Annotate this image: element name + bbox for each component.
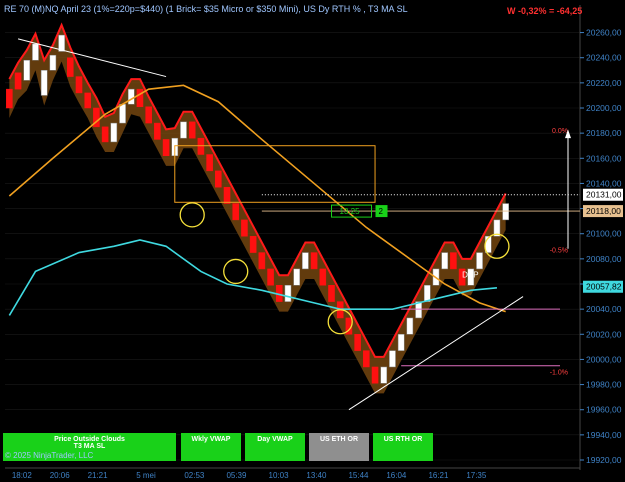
up-brick [119,103,126,124]
y-tick-label: 20040,00 [586,304,622,314]
x-tick-label: 16:21 [428,471,449,480]
up-brick [476,252,483,270]
y-tick-label: 19960,00 [586,405,622,415]
up-brick [406,317,414,335]
us-rth-or-button[interactable]: US RTH OR [373,433,433,461]
y-tick-label: 19920,00 [586,455,622,465]
down-brick [319,268,327,286]
down-brick [363,350,370,368]
up-brick [110,122,118,143]
down-brick [249,235,257,253]
day-vwap-button[interactable]: Day VWAP [245,433,305,461]
down-brick [101,126,109,143]
down-brick [206,154,213,172]
y-tick-label: 20140,00 [586,178,622,188]
down-brick [75,76,83,94]
y-tick-label: 20220,00 [586,78,622,88]
x-tick-label: 5 mei [136,471,156,480]
x-tick-label: 17:35 [466,471,487,480]
up-brick [40,70,48,96]
entry-value: 13,25 [340,207,361,216]
x-tick-label: 05:39 [226,471,247,480]
y-tick-label: 20020,00 [586,329,622,339]
up-brick [284,285,292,302]
us-eth-or-button[interactable]: US ETH OR [309,433,369,461]
x-tick-label: 10:03 [269,471,290,480]
down-brick [215,170,222,188]
price-label: 20057,82 [586,282,622,292]
down-brick [162,139,170,157]
pnl-readout: W -0,32% = -64,25 [507,6,583,16]
y-tick-label: 20160,00 [586,153,622,163]
x-tick-label: 18:02 [12,471,33,480]
price-label: 20118,00 [586,206,621,216]
renko-chart[interactable]: 20260,00 20240,00 20220,00 20200,00 20180,00… [0,0,625,482]
level-m05: -0.5% [550,248,568,255]
y-tick-label: 20080,00 [586,254,622,264]
entry-badge: 2 [379,207,384,216]
down-brick [258,252,266,270]
down-brick [197,137,205,155]
x-tick-label: 15:44 [348,471,369,480]
dpp-label: DPP [462,271,478,280]
y-tick-label: 20240,00 [586,53,622,63]
up-brick [397,334,405,351]
down-brick [354,334,361,351]
down-brick [6,88,13,109]
up-brick [49,54,57,71]
up-brick [32,43,39,61]
down-brick [84,92,92,109]
level-0: 0.0% [552,128,568,135]
y-tick-label: 20200,00 [586,103,622,113]
x-tick-label: 02:53 [184,471,205,480]
down-brick [328,285,335,302]
chart-title: RE 70 (M)NQ April 23 (1%=220p=$440) (1 B… [4,4,408,14]
y-tick-label: 20100,00 [586,229,622,239]
down-brick [67,57,74,77]
wkly-vwap-button[interactable]: Wkly VWAP [181,433,241,461]
up-brick [302,252,309,270]
y-tick-label: 19980,00 [586,380,622,390]
up-brick [180,121,187,139]
down-brick [310,252,318,270]
y-tick-label: 19940,00 [586,430,622,440]
price-label: 20131,00 [586,190,622,200]
down-brick [267,268,274,286]
up-brick [423,285,431,302]
y-tick-label: 20000,00 [586,354,622,364]
copyright: © 2025 NinjaTrader, LLC [5,451,94,460]
up-brick [23,59,31,81]
down-brick [188,121,196,139]
t3-ma-sl-label: T3 MA SL [73,443,106,450]
down-brick [223,186,231,204]
y-tick-label: 20260,00 [586,28,622,38]
down-brick [136,88,144,107]
up-brick [380,366,388,384]
level-m10: -1.0% [550,370,568,377]
up-brick [441,252,448,270]
down-brick [145,106,152,124]
x-tick-label: 20:06 [50,471,71,480]
down-brick [371,366,379,384]
up-brick [389,350,396,368]
down-brick [241,219,248,237]
down-brick [154,122,161,140]
x-tick-label: 16:04 [386,471,407,480]
up-brick [293,268,300,286]
x-tick-label: 21:21 [88,471,109,480]
down-brick [14,72,22,90]
down-brick [450,252,457,270]
price-outside-clouds-label: Price Outside Clouds [54,436,125,443]
down-brick [232,203,240,221]
y-tick-label: 20180,00 [586,128,622,138]
up-brick [127,88,135,105]
up-brick [502,203,509,221]
x-tick-label: 13:40 [306,471,327,480]
